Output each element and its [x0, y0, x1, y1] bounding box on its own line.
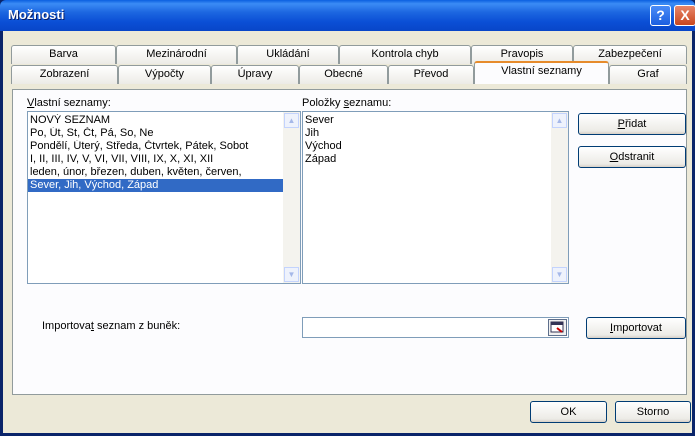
- list-item[interactable]: Pondělí, Úterý, Středa, Čtvrtek, Pátek, …: [28, 140, 283, 153]
- list-item-selected[interactable]: Sever, Jih, Východ, Západ: [28, 179, 283, 192]
- list-item[interactable]: leden, únor, březen, duben, květen, červ…: [28, 166, 283, 179]
- title-bar[interactable]: Možnosti ? X: [0, 0, 695, 31]
- tab-mezinarodni[interactable]: Mezinárodní: [116, 45, 237, 64]
- custom-lists-listbox[interactable]: NOVÝ SEZNAM Po, Út, St, Čt, Pá, So, Ne P…: [27, 111, 301, 284]
- help-button[interactable]: ?: [650, 5, 671, 26]
- custom-lists-scrollbar[interactable]: ▲ ▼: [283, 112, 300, 283]
- custom-lists-label: Vlastní seznamy:: [27, 97, 111, 109]
- import-range-input[interactable]: [302, 317, 569, 338]
- list-entries-textbox[interactable]: Sever Jih Východ Západ ▲ ▼: [302, 111, 569, 284]
- add-button[interactable]: Přidat: [578, 113, 686, 135]
- tab-obecne[interactable]: Obecné: [299, 65, 388, 84]
- scroll-down-icon[interactable]: ▼: [552, 267, 567, 282]
- delete-button[interactable]: Odstranit: [578, 146, 686, 168]
- window-title: Možnosti: [8, 7, 65, 22]
- tab-prevod[interactable]: Převod: [388, 65, 474, 84]
- list-entries-label: Položky seznamu:: [302, 97, 392, 109]
- import-button-label: mportovat: [613, 322, 662, 334]
- scroll-up-icon[interactable]: ▲: [284, 113, 299, 128]
- collapse-dialog-icon[interactable]: [548, 319, 567, 336]
- close-button[interactable]: X: [674, 5, 695, 26]
- entry-line: Jih: [305, 127, 320, 139]
- ok-button[interactable]: OK: [530, 401, 607, 423]
- cancel-button[interactable]: Storno: [615, 401, 691, 423]
- entry-line: Sever: [305, 114, 334, 126]
- scroll-up-icon[interactable]: ▲: [552, 113, 567, 128]
- list-item[interactable]: Po, Út, St, Čt, Pá, So, Ne: [28, 127, 283, 140]
- list-entries-scrollbar[interactable]: ▲ ▼: [551, 112, 568, 283]
- entry-line: Východ: [305, 140, 342, 152]
- dialog-body: Barva Mezinárodní Ukládání Kontrola chyb…: [3, 31, 692, 433]
- tab-ukladani[interactable]: Ukládání: [237, 45, 339, 64]
- list-item[interactable]: I, II, III, IV, V, VI, VII, VIII, IX, X,…: [28, 153, 283, 166]
- custom-lists-label-text: lastní seznamy:: [34, 97, 111, 109]
- list-item[interactable]: NOVÝ SEZNAM: [28, 114, 283, 127]
- tab-vypocty[interactable]: Výpočty: [118, 65, 211, 84]
- entry-line: Západ: [305, 153, 337, 165]
- options-dialog: Možnosti ? X Barva Mezinárodní Ukládání …: [0, 0, 695, 436]
- add-button-label: řidat: [624, 118, 647, 130]
- import-label: Importovat seznam z buněk:: [42, 320, 181, 332]
- tab-vlastni-seznamy[interactable]: Vlastní seznamy: [474, 61, 609, 84]
- tab-zobrazeni[interactable]: Zobrazení: [11, 65, 118, 84]
- scroll-down-icon[interactable]: ▼: [284, 267, 299, 282]
- tab-panel: Vlastní seznamy: NOVÝ SEZNAM Po, Út, St,…: [12, 89, 687, 395]
- tab-upravy[interactable]: Úpravy: [211, 65, 299, 84]
- import-button[interactable]: Importovat: [586, 317, 686, 339]
- tab-kontrola-chyb[interactable]: Kontrola chyb: [339, 45, 471, 64]
- delete-button-label: dstranit: [618, 151, 655, 163]
- tab-barva[interactable]: Barva: [11, 45, 116, 64]
- tab-graf[interactable]: Graf: [609, 65, 687, 84]
